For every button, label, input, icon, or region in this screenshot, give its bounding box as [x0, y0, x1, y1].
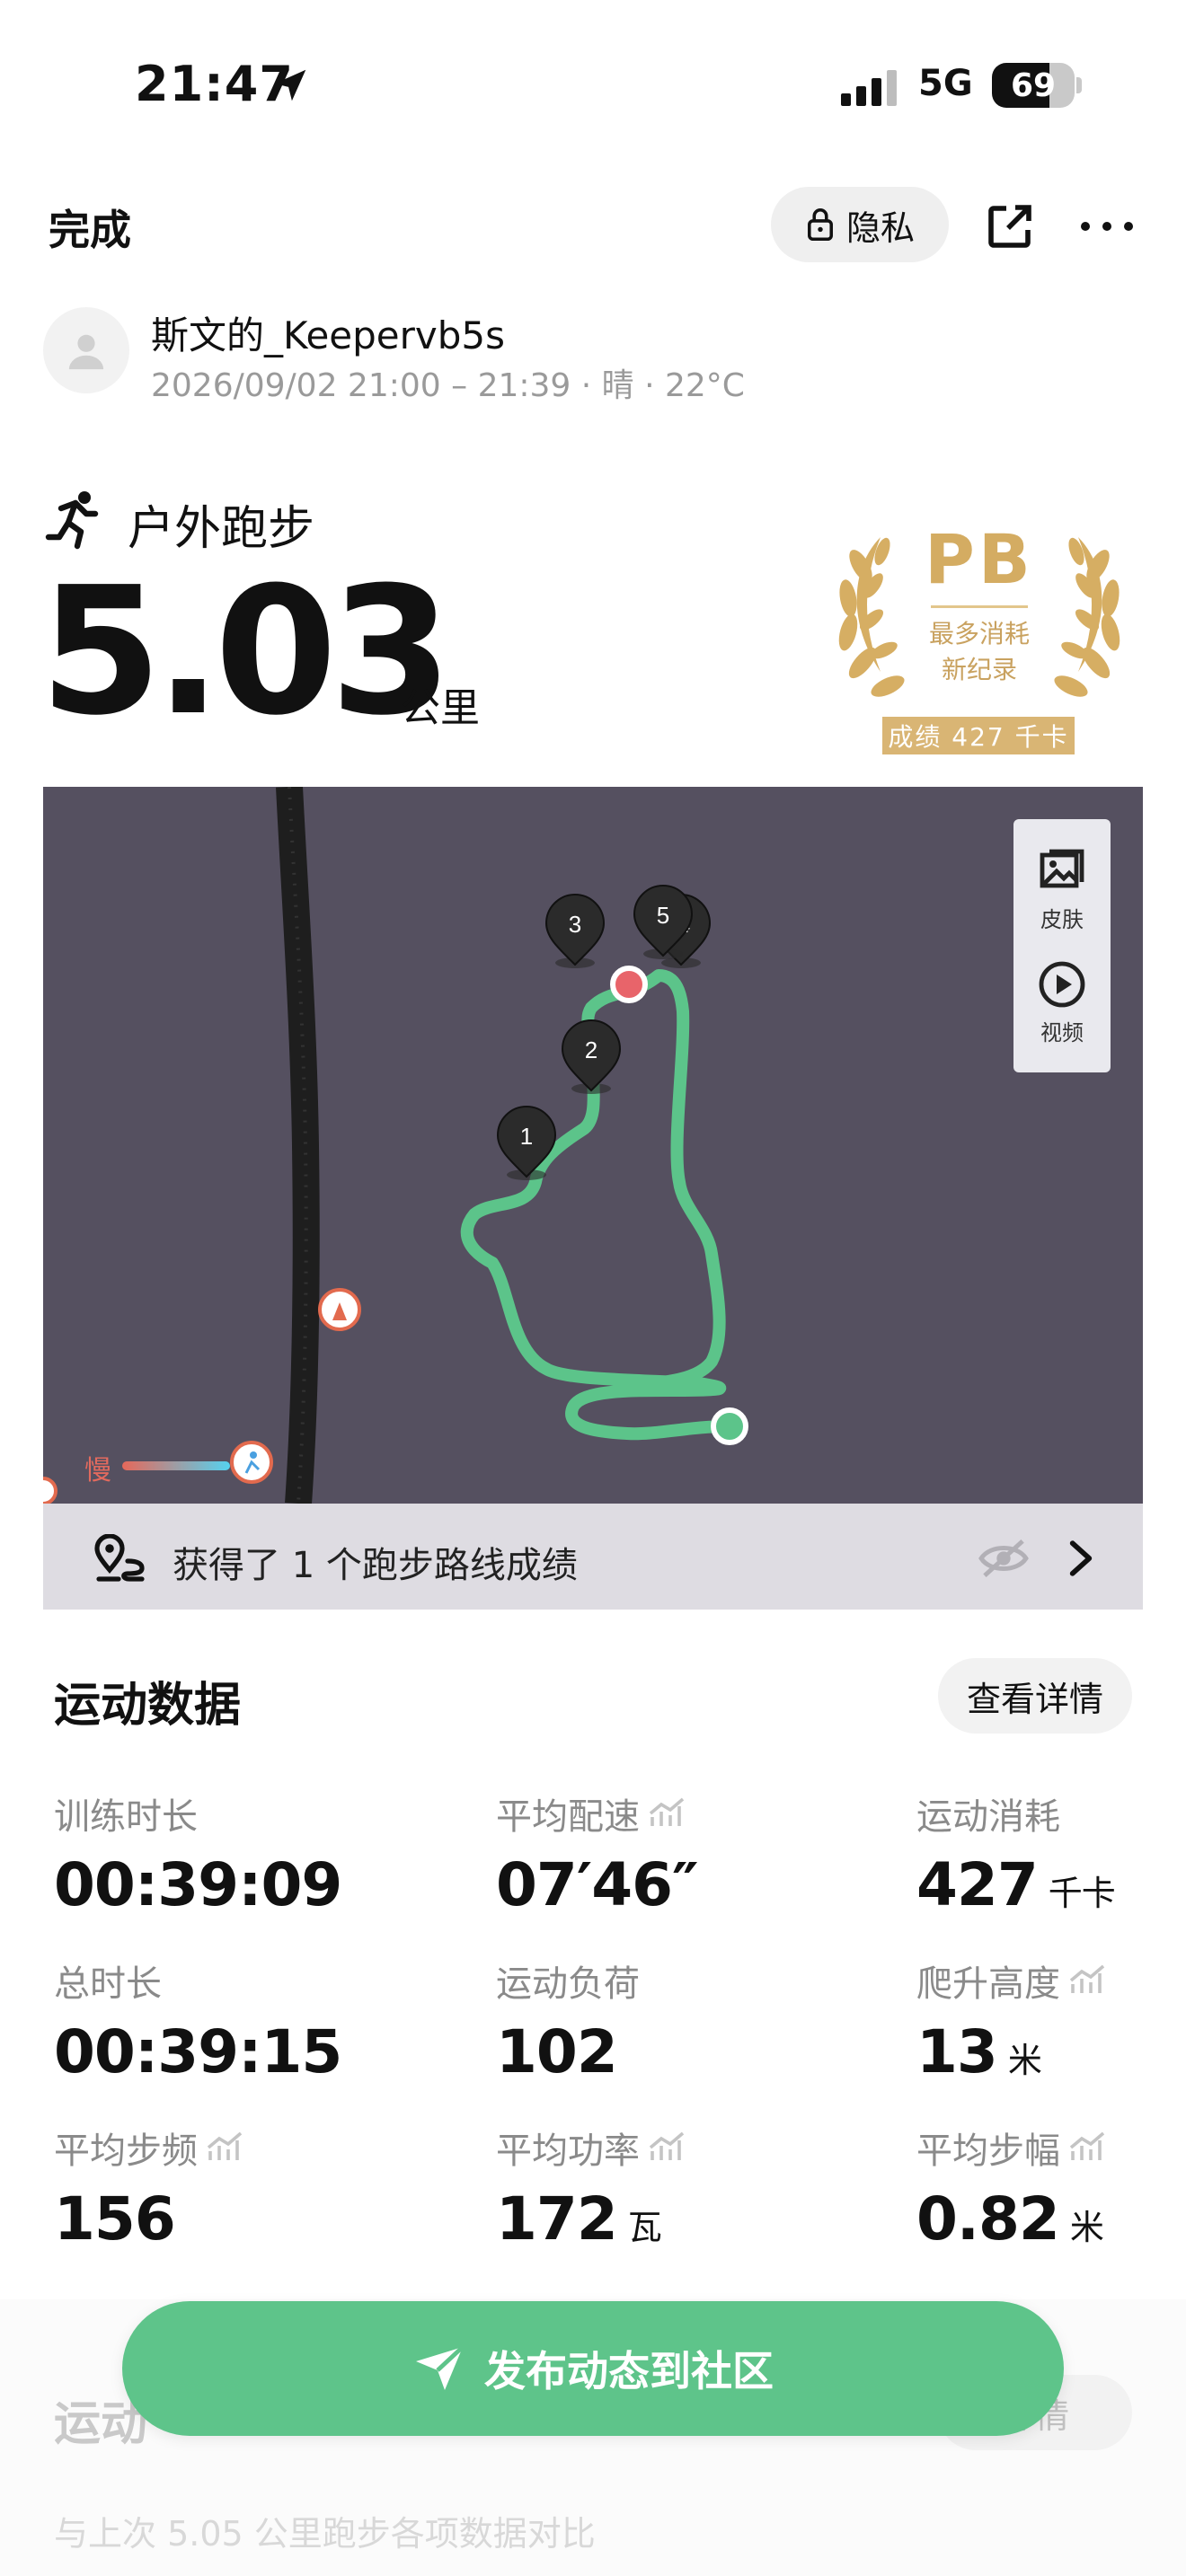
signal-icon — [841, 70, 897, 106]
metric-label: 爬升高度 — [916, 1963, 1060, 2005]
trend-chart-icon — [207, 2131, 243, 2160]
km-marker-2-label: 2 — [585, 1037, 597, 1063]
lock-icon — [808, 207, 833, 242]
privacy-button[interactable]: 隐私 — [771, 187, 949, 262]
metric-avg-power[interactable]: 平均功率 172 瓦 — [496, 2122, 685, 2254]
running-icon — [45, 491, 99, 550]
metric-elevation-gain[interactable]: 爬升高度 13 米 — [916, 1954, 1105, 2086]
metric-unit: 米 — [1069, 2208, 1104, 2247]
metric-label: 总时长 — [54, 1963, 162, 2005]
metric-value: 00:39:09 — [54, 1850, 342, 1919]
distance-unit: 公里 — [401, 685, 480, 731]
more-icon[interactable] — [1078, 205, 1136, 248]
km-marker-1-label: 1 — [520, 1123, 533, 1150]
battery-level: 69 — [1010, 66, 1057, 104]
metric-label: 运动负荷 — [496, 1963, 640, 2005]
metric-unit: 米 — [1007, 2041, 1042, 2080]
trend-chart-icon — [1069, 1964, 1105, 1993]
km-marker-3-label: 3 — [569, 911, 581, 938]
construction-sign-icon — [318, 1288, 361, 1331]
map-tools: 皮肤 视频 — [1013, 819, 1111, 1072]
avatar[interactable] — [43, 307, 129, 393]
status-bar: 21:47 5G 69 — [0, 0, 1186, 171]
runner-legend-icon — [230, 1441, 273, 1484]
metric-label: 平均功率 — [496, 2130, 640, 2172]
pb-title: PB — [925, 519, 1034, 599]
privacy-label: 隐私 — [845, 207, 915, 248]
achievement-text: 获得了 1 个跑步路线成绩 — [173, 1545, 578, 1586]
publish-label: 发布动态到社区 — [484, 2347, 774, 2395]
skin-image-icon — [1040, 849, 1084, 888]
metric-label: 训练时长 — [54, 1796, 198, 1838]
metric-value: 0.82 — [916, 2184, 1060, 2254]
metric-avg-pace[interactable]: 平均配速 07′46″ — [496, 1787, 699, 1919]
distance-value: 5.03 — [40, 550, 453, 754]
metric-label: 平均配速 — [496, 1796, 640, 1838]
metric-training-duration: 训练时长 00:39:09 — [54, 1787, 342, 1919]
network-type: 5G — [918, 63, 973, 104]
speed-legend-slow: 慢 — [84, 1455, 111, 1486]
route-map[interactable]: 1 2 3 4 5 — [43, 787, 1143, 1504]
trend-chart-icon — [1069, 2131, 1105, 2160]
location-arrow-icon — [274, 69, 306, 101]
metric-value: 13 — [916, 2017, 998, 2086]
share-icon[interactable] — [985, 201, 1035, 251]
pb-caption-2: 新纪录 — [941, 655, 1017, 684]
metric-value: 156 — [54, 2184, 176, 2254]
done-button[interactable]: 完成 — [49, 198, 131, 257]
route-achievement-banner[interactable]: 获得了 1 个跑步路线成绩 — [43, 1504, 1143, 1610]
metric-calories: 运动消耗 427 千卡 — [916, 1787, 1116, 1919]
metric-value: 427 — [916, 1850, 1039, 1919]
metric-label: 平均步幅 — [916, 2130, 1060, 2172]
route-map-canvas: 1 2 3 4 5 — [43, 787, 748, 1504]
metric-unit: 千卡 — [1048, 1874, 1116, 1913]
metric-avg-cadence[interactable]: 平均步频 156 — [54, 2122, 243, 2254]
metric-total-duration: 总时长 00:39:15 — [54, 1954, 342, 2086]
pb-divider — [931, 605, 1028, 608]
trend-chart-icon — [649, 1797, 685, 1826]
publish-to-community-button[interactable]: 发布动态到社区 — [122, 2301, 1064, 2436]
chevron-right-icon[interactable] — [1067, 1538, 1094, 1579]
metric-value: 172 — [496, 2184, 618, 2254]
skin-button[interactable]: 皮肤 — [1013, 846, 1111, 933]
view-details-button[interactable]: 查看详情 — [938, 1658, 1132, 1734]
trend-chart-icon — [649, 2131, 685, 2160]
metric-value: 102 — [496, 2017, 618, 2086]
metric-label: 平均步频 — [54, 2130, 198, 2172]
km-marker-3[interactable]: 3 — [544, 894, 606, 968]
metric-avg-stride[interactable]: 平均步幅 0.82 米 — [916, 2122, 1105, 2254]
skin-label: 皮肤 — [1040, 907, 1084, 932]
speed-legend-bar — [122, 1461, 230, 1470]
user-placeholder-icon — [68, 334, 104, 370]
km-marker-2[interactable]: 2 — [561, 1019, 622, 1094]
compare-text: 与上次 5.05 公里跑步各项数据对比 — [54, 2514, 596, 2554]
pb-badge[interactable]: PB 最多消耗 新纪录 成绩 427 千卡 — [818, 519, 1141, 754]
workout-meta: 2026/09/02 21:00 – 21:39 · 晴 · 22°C — [151, 367, 745, 404]
stats-section-title: 运动数据 — [54, 1679, 242, 1733]
send-plane-icon — [416, 2345, 465, 2390]
battery-nub — [1076, 77, 1082, 93]
sport-type: 户外跑步 — [128, 502, 315, 556]
km-marker-5-label: 5 — [657, 902, 669, 929]
pb-caption-1: 最多消耗 — [928, 619, 1030, 648]
route-pin-icon — [94, 1534, 145, 1582]
metric-training-load: 运动负荷 102 — [496, 1954, 640, 2086]
metric-value: 07′46″ — [496, 1850, 699, 1919]
video-button[interactable]: 视频 — [1013, 959, 1111, 1046]
metric-unit: 瓦 — [627, 2208, 662, 2247]
user-name[interactable]: 斯文的_Keepervb5s — [151, 305, 505, 360]
pb-score: 成绩 427 千卡 — [882, 717, 1075, 754]
metric-label: 运动消耗 — [916, 1796, 1060, 1838]
eye-hidden-icon[interactable] — [978, 1538, 1030, 1579]
metric-value: 00:39:15 — [54, 2017, 342, 2086]
play-icon — [1039, 961, 1085, 1008]
video-label: 视频 — [1040, 1020, 1084, 1045]
